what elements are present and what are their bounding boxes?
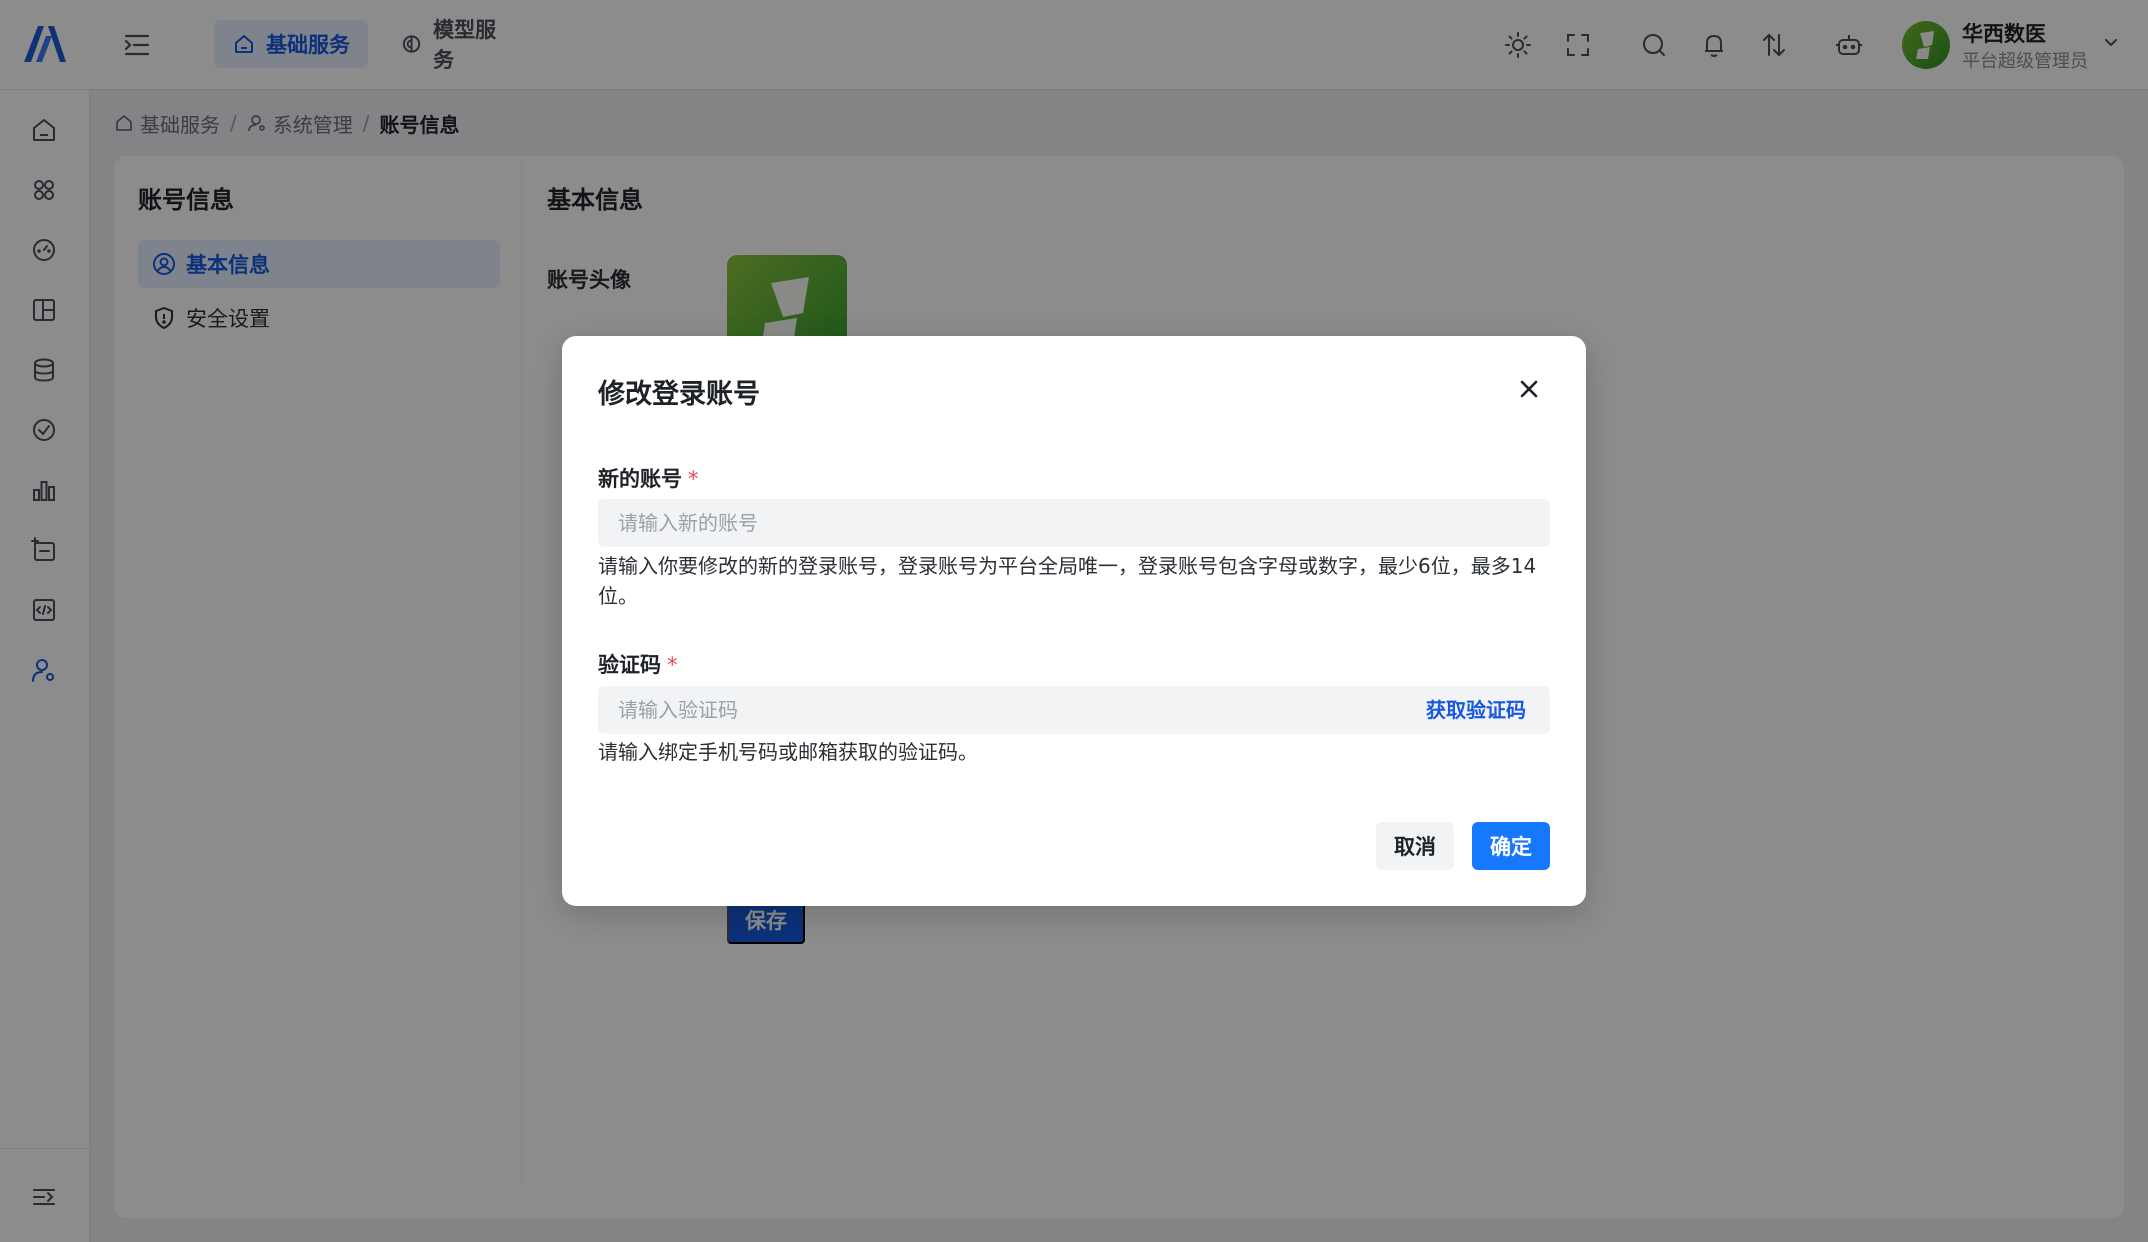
code-help-text: 请输入绑定手机号码或邮箱获取的验证码。 — [598, 740, 978, 764]
close-icon — [1520, 380, 1538, 398]
cancel-button[interactable]: 取消 — [1376, 822, 1454, 870]
code-label-text: 验证码 — [598, 653, 661, 677]
required-mark: * — [667, 653, 678, 677]
required-mark: * — [688, 467, 699, 491]
new-account-input[interactable] — [598, 499, 1550, 547]
account-label-text: 新的账号 — [598, 467, 682, 491]
get-code-button[interactable]: 获取验证码 — [1426, 694, 1526, 723]
dialog-title: 修改登录账号 — [598, 379, 760, 410]
verification-code-input[interactable] — [598, 686, 1550, 734]
change-account-dialog: 修改登录账号 新的账号* 请输入你要修改的新的登录账号，登录账号为平台全局唯一，… — [562, 336, 1586, 906]
confirm-button[interactable]: 确定 — [1472, 822, 1550, 870]
account-label: 新的账号 * — [598, 463, 699, 493]
account-help-text: 请输入你要修改的新的登录账号，登录账号为平台全局唯一，登录账号包含字母或数字，最… — [598, 554, 1537, 608]
code-label: 验证码 * — [598, 649, 678, 679]
dialog-close-button[interactable] — [1516, 376, 1542, 402]
